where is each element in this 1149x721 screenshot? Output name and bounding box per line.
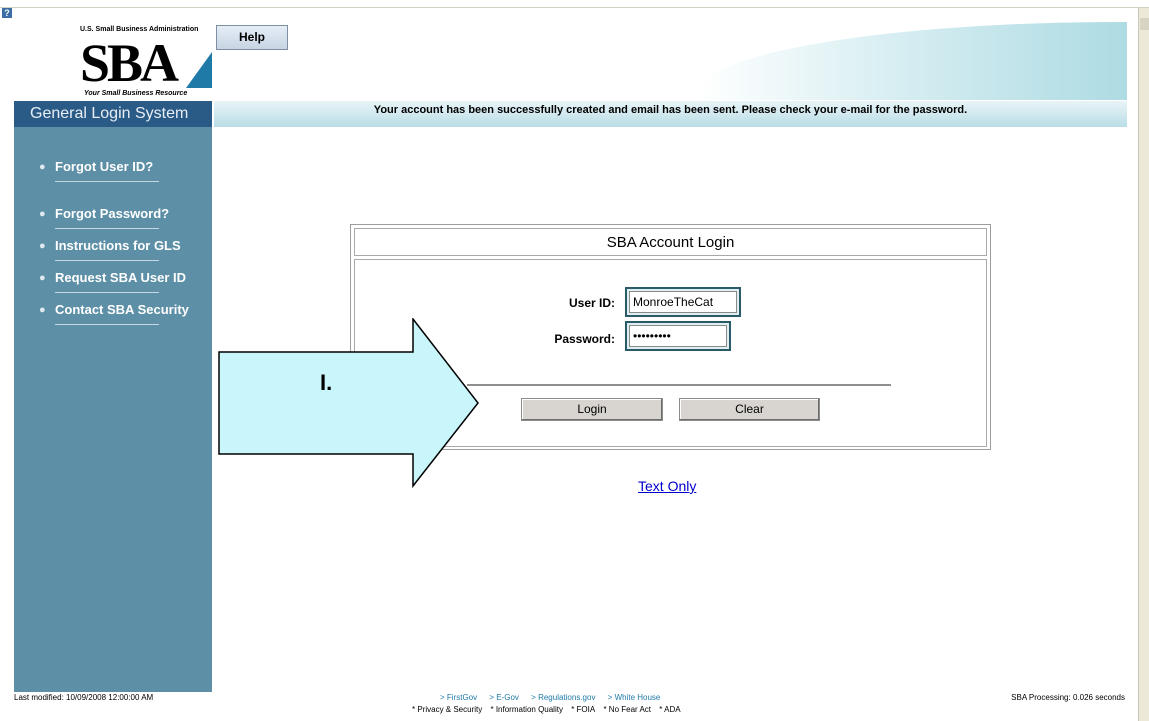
vertical-scrollbar[interactable] <box>1138 8 1149 721</box>
userid-input[interactable] <box>629 291 737 313</box>
divider <box>55 228 159 229</box>
footer-link-firstgov[interactable]: > FirstGov <box>440 693 477 702</box>
processing-time: SBA Processing: 0.026 seconds <box>1011 693 1125 702</box>
sidebar-item-label[interactable]: Forgot User ID? <box>55 160 153 174</box>
divider <box>55 260 159 261</box>
divider <box>55 181 159 182</box>
footer-link-regulations[interactable]: > Regulations.gov <box>531 693 595 702</box>
sba-logo: U.S. Small Business Administration SBA Y… <box>14 22 214 102</box>
footer-link-egov[interactable]: > E-Gov <box>489 693 519 702</box>
sidebar: ● Forgot User ID? ● Forgot Password? ● I… <box>14 127 212 692</box>
divider <box>55 292 159 293</box>
footer-link-no-fear-act[interactable]: * No Fear Act <box>603 705 651 714</box>
userid-field-frame <box>625 287 741 317</box>
status-message: Your account has been successfully creat… <box>214 101 1127 127</box>
annotation-label: I. <box>320 370 333 395</box>
sidebar-item-label[interactable]: Forgot Password? <box>55 207 169 221</box>
bullet-icon: ● <box>39 208 46 220</box>
sidebar-item-label[interactable]: Instructions for GLS <box>55 239 181 253</box>
userid-label: User ID: <box>568 296 615 310</box>
divider <box>55 324 159 325</box>
annotation-arrow-icon <box>218 318 479 488</box>
password-input[interactable] <box>629 325 727 347</box>
sidebar-item-label[interactable]: Request SBA User ID <box>55 271 186 285</box>
header-wave-graphic <box>700 22 1127 100</box>
footer-link-privacy[interactable]: * Privacy & Security <box>412 705 482 714</box>
login-button[interactable]: Login <box>521 398 663 421</box>
browser-top-edge <box>0 0 1149 8</box>
logo-triangle-icon <box>186 52 212 88</box>
login-title: SBA Account Login <box>354 228 987 256</box>
page-title: General Login System <box>14 101 212 127</box>
bullet-icon: ● <box>39 272 46 284</box>
bullet-icon: ● <box>39 240 46 252</box>
help-question-icon[interactable]: ? <box>2 8 12 18</box>
bullet-icon: ● <box>39 304 46 316</box>
scroll-up-arrow-icon[interactable] <box>1140 18 1149 30</box>
footer-link-ada[interactable]: * ADA <box>659 705 680 714</box>
footer-link-information-quality[interactable]: * Information Quality <box>490 705 562 714</box>
logo-tagline: Your Small Business Resource <box>84 90 188 97</box>
footer-policy-links: * Privacy & Security * Information Quali… <box>412 705 687 714</box>
sidebar-item-label[interactable]: Contact SBA Security <box>55 303 189 317</box>
password-label: Password: <box>554 332 615 346</box>
footer-link-foia[interactable]: * FOIA <box>571 705 595 714</box>
password-field-frame <box>625 321 731 351</box>
clear-button[interactable]: Clear <box>679 398 820 421</box>
help-button[interactable]: Help <box>216 25 288 50</box>
footer-links: > FirstGov > E-Gov > Regulations.gov > W… <box>440 693 670 702</box>
text-only-link[interactable]: Text Only <box>638 478 696 494</box>
footer-link-whitehouse[interactable]: > White House <box>608 693 661 702</box>
logo-agency-name: U.S. Small Business Administration <box>80 26 199 33</box>
logo-letters: SBA <box>80 33 179 93</box>
divider <box>467 384 891 386</box>
last-modified-text: Last modified: 10/09/2008 12:00:00 AM <box>14 693 154 702</box>
bullet-icon: ● <box>39 161 46 173</box>
